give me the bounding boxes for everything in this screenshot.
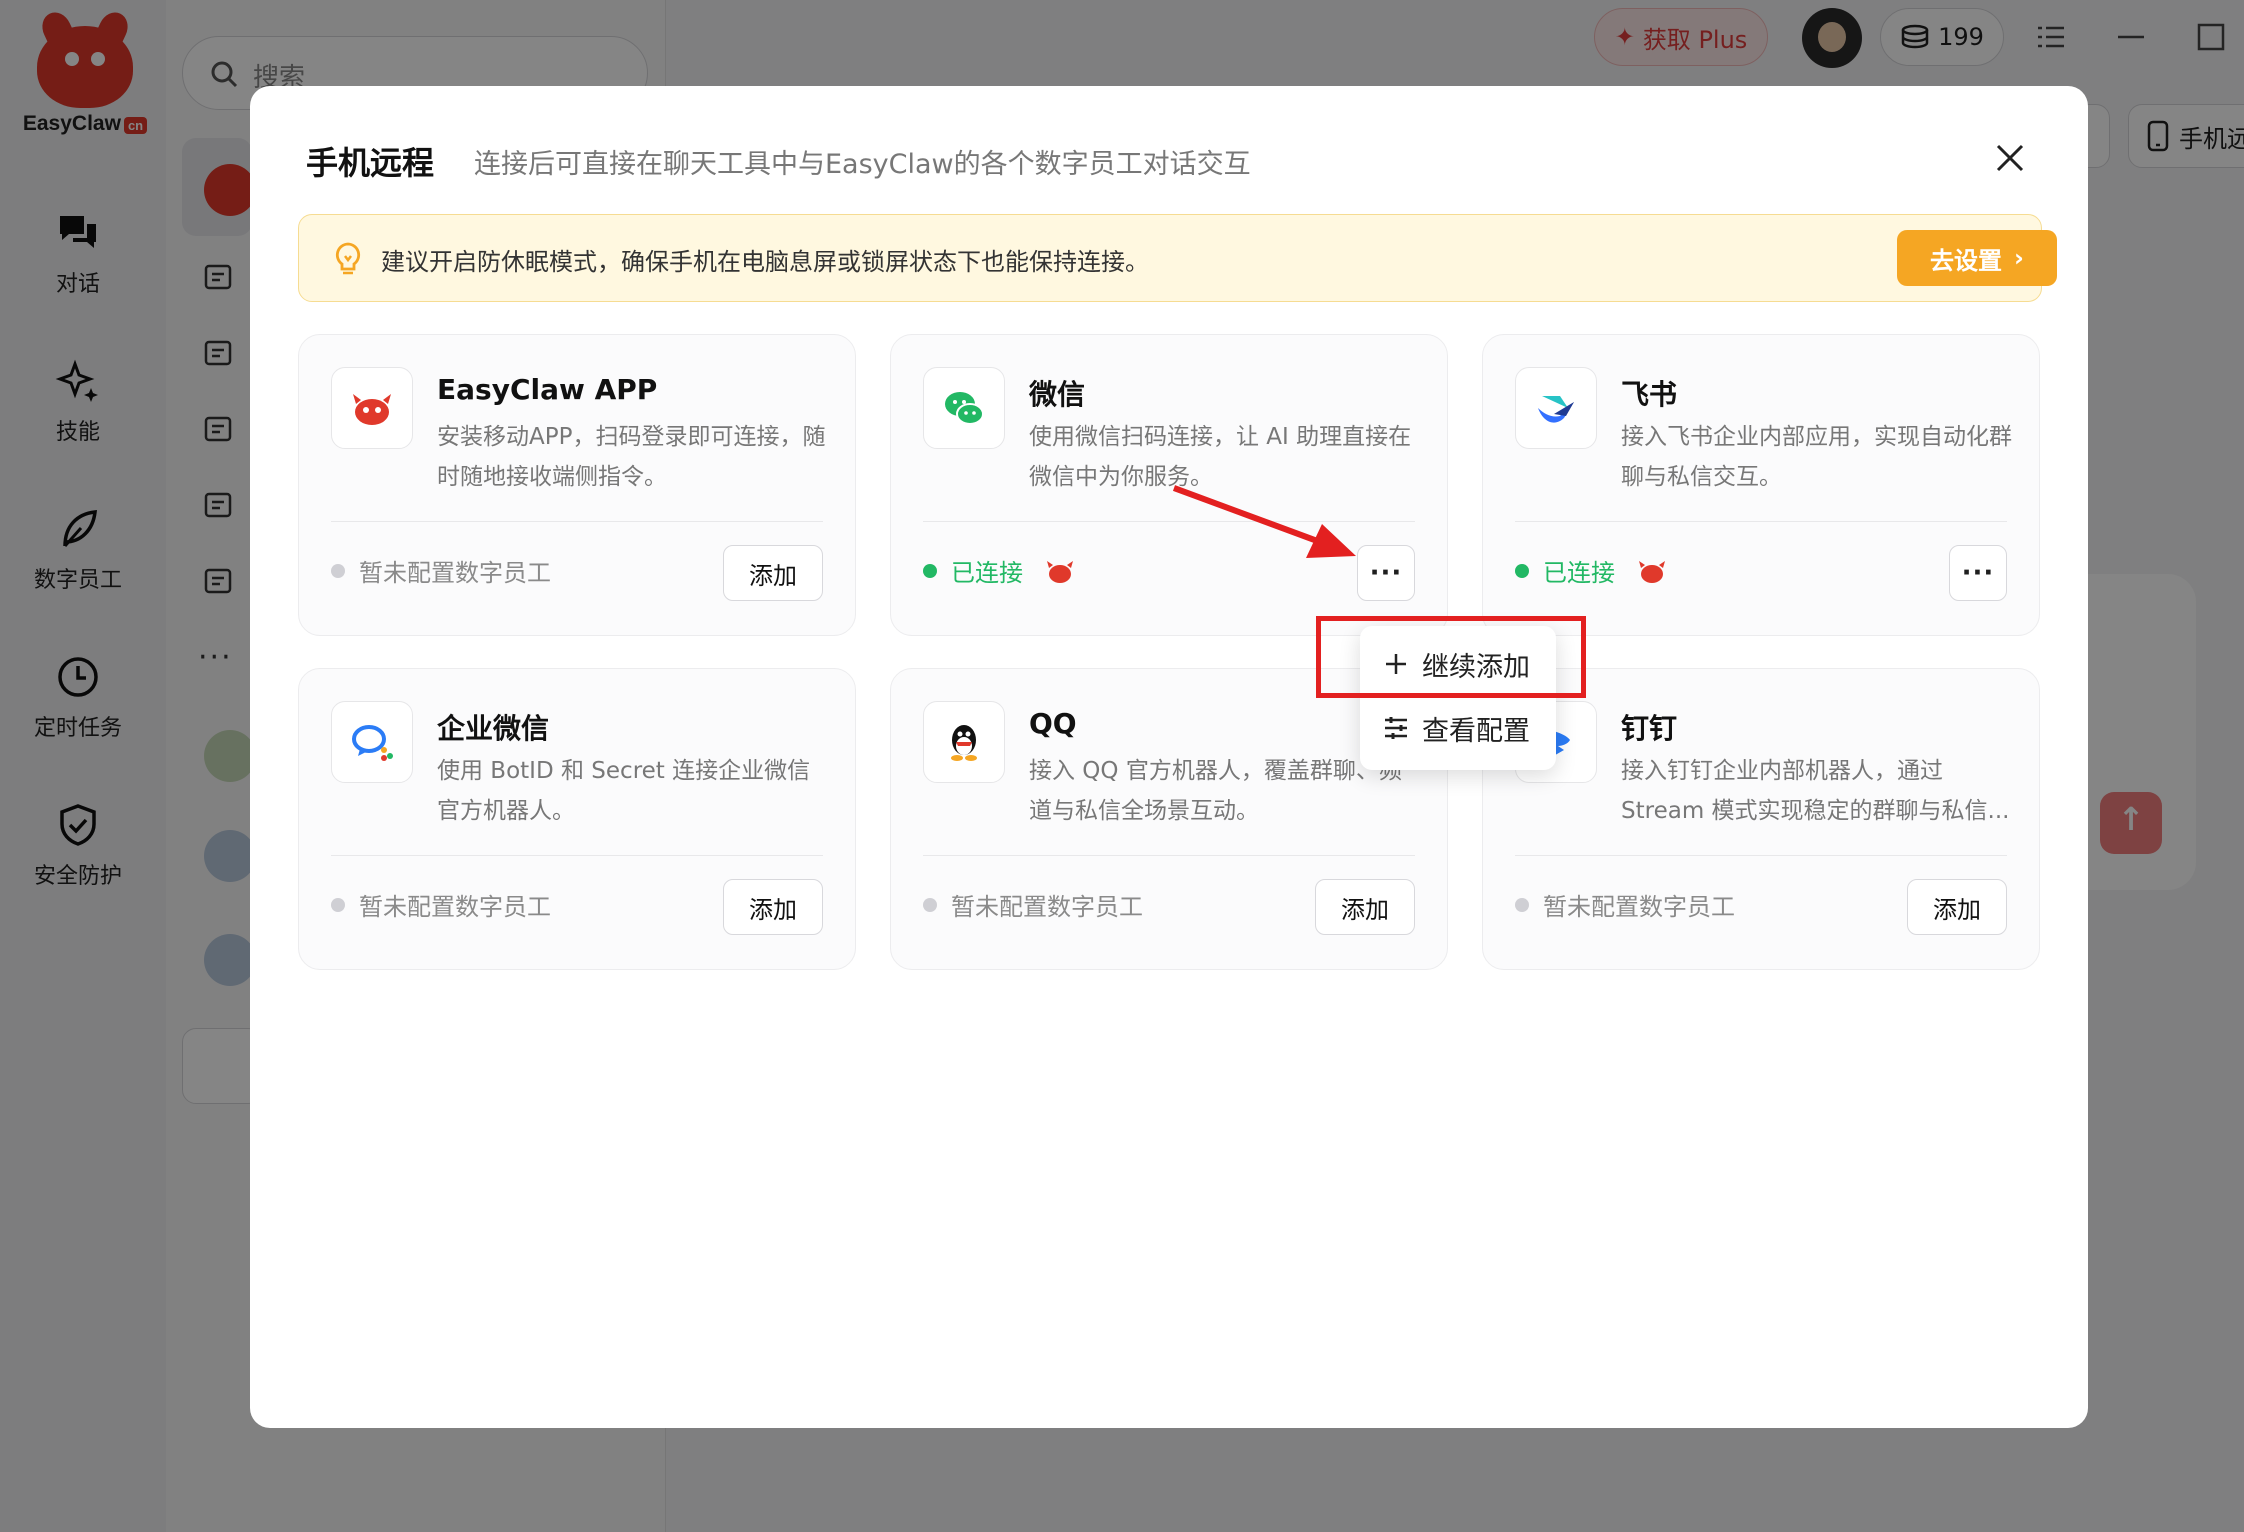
status-dot [331, 897, 345, 912]
channel-desc: 接入飞书企业内部应用，实现自动化群聊与私信交互。 [1621, 424, 2012, 490]
status-text: 已连接 [1543, 559, 1615, 587]
status-text: 暂未配置数字员工 [1543, 893, 1735, 921]
sleep-notice-banner: 建议开启防休眠模式，确保手机在电脑息屏或锁屏状态下也能保持连接。 去设置 › [298, 214, 2057, 302]
channel-desc: 使用 BotID 和 Secret 连接企业微信官方机器人。 [437, 758, 811, 824]
modal-title: 手机远程 [306, 144, 435, 182]
menu-item-view-config[interactable]: 查看配置 [1360, 698, 1556, 758]
channel-name: 企业微信 [437, 712, 550, 745]
go-settings-button[interactable]: 去设置 › [1897, 230, 2057, 286]
wechat-icon [923, 367, 1005, 449]
status-dot [923, 563, 937, 578]
channel-name: 微信 [1029, 378, 1086, 411]
divider [331, 521, 823, 522]
lightbulb-icon [335, 242, 361, 275]
status-dot [331, 563, 345, 578]
crab-avatar-icon [1047, 560, 1073, 583]
status-indicator: 暂未配置数字员工 [331, 553, 551, 588]
close-icon [1996, 144, 2024, 172]
crab-avatar-icon [1639, 560, 1665, 583]
add-button[interactable]: 添加 [1907, 879, 2007, 935]
status-dot [1515, 563, 1529, 578]
channel-name: 钉钉 [1621, 712, 1678, 745]
status-indicator: 暂未配置数字员工 [331, 887, 551, 922]
add-button[interactable]: 添加 [1315, 879, 1415, 935]
divider [923, 855, 1415, 856]
channel-name: QQ [1029, 707, 1077, 740]
status-indicator: 暂未配置数字员工 [923, 887, 1143, 922]
menu-item-label: 查看配置 [1422, 715, 1530, 747]
status-text: 暂未配置数字员工 [359, 893, 551, 921]
modal-subtitle: 连接后可直接在聊天工具中与EasyClaw的各个数字员工对话交互 [474, 149, 1251, 180]
sliders-icon [1385, 717, 1407, 739]
channel-desc: 安装移动APP，扫码登录即可连接，随时随地接收端侧指令。 [437, 424, 826, 490]
wecom-icon [331, 701, 413, 783]
close-button[interactable] [1990, 138, 2030, 178]
divider [1515, 521, 2007, 522]
chevron-right-icon: › [2014, 244, 2024, 272]
more-options-button[interactable]: ··· [1357, 545, 1415, 601]
channel-card-wecom: 企业微信 使用 BotID 和 Secret 连接企业微信官方机器人。 暂未配置… [298, 668, 856, 970]
status-indicator: 已连接 [1515, 553, 1667, 588]
highlight-box [1316, 616, 1586, 698]
status-dot [923, 897, 937, 912]
easyclaw-app-icon [331, 367, 413, 449]
feishu-icon [1515, 367, 1597, 449]
notice-text: 建议开启防休眠模式，确保手机在电脑息屏或锁屏状态下也能保持连接。 [381, 248, 1149, 276]
more-options-button[interactable]: ··· [1949, 545, 2007, 601]
channel-card-dingtalk: 钉钉 接入钉钉企业内部机器人，通过 Stream 模式实现稳定的群聊与私信...… [1482, 668, 2040, 970]
add-button[interactable]: 添加 [723, 545, 823, 601]
channel-name: EasyClaw APP [437, 373, 658, 406]
mobile-remote-modal: 手机远程 连接后可直接在聊天工具中与EasyClaw的各个数字员工对话交互 建议… [250, 86, 2088, 1428]
divider [1515, 855, 2007, 856]
channel-desc: 接入钉钉企业内部机器人，通过 Stream 模式实现稳定的群聊与私信... [1621, 758, 2010, 824]
status-text: 已连接 [951, 559, 1023, 587]
status-dot [1515, 897, 1529, 912]
channel-name: 飞书 [1621, 378, 1678, 411]
channel-card-easyclaw-app: EasyClaw APP 安装移动APP，扫码登录即可连接，随时随地接收端侧指令… [298, 334, 856, 636]
status-indicator: 已连接 [923, 553, 1075, 588]
divider [331, 855, 823, 856]
channel-card-feishu: 飞书 接入飞书企业内部应用，实现自动化群聊与私信交互。 已连接 ··· [1482, 334, 2040, 636]
channel-card-wechat: 微信 使用微信扫码连接，让 AI 助理直接在微信中为你服务。 已连接 ··· [890, 334, 1448, 636]
add-button[interactable]: 添加 [723, 879, 823, 935]
status-text: 暂未配置数字员工 [951, 893, 1143, 921]
status-indicator: 暂未配置数字员工 [1515, 887, 1735, 922]
status-text: 暂未配置数字员工 [359, 559, 551, 587]
annotation-arrow-icon [1172, 485, 1356, 558]
qq-icon [923, 701, 1005, 783]
go-settings-label: 去设置 [1930, 246, 2003, 275]
